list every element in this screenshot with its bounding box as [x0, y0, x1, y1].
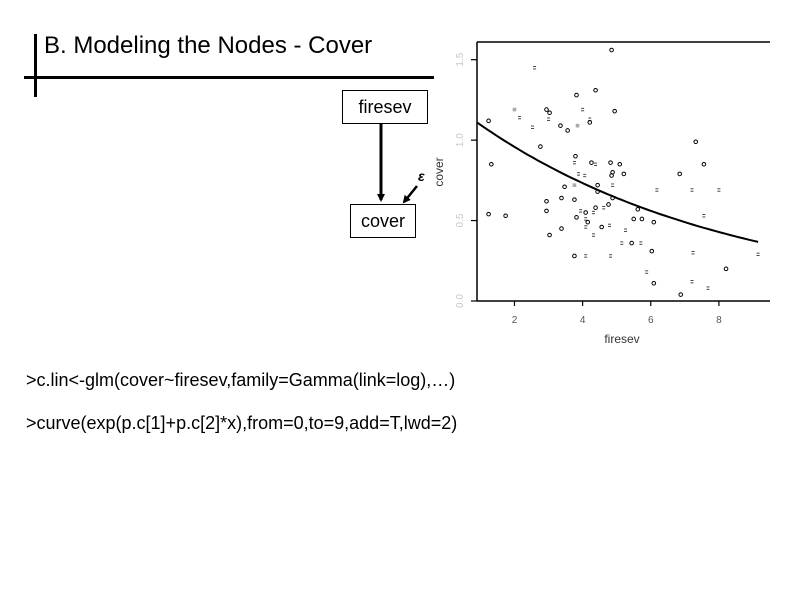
data-point: [572, 197, 577, 202]
data-point: [547, 232, 552, 238]
data-point: [624, 228, 628, 232]
y-tick-label: 1.0: [455, 133, 466, 147]
data-point: [559, 195, 564, 201]
x-axis-title: firesev: [604, 332, 639, 346]
data-point: [544, 107, 549, 112]
data-point: [584, 225, 588, 229]
data-point: [518, 115, 522, 120]
code-line-glm: >c.lin<-glm(cover~firesev,family=Gamma(l…: [26, 370, 456, 390]
scatter-chart: 0.0 0.5 1.0 1.5 2 4 6 8 firesev cover: [432, 41, 770, 346]
data-point: [620, 241, 624, 245]
data-point: [572, 183, 577, 187]
node-cover: cover: [350, 204, 416, 238]
data-point: [572, 161, 576, 165]
data-point: [579, 209, 583, 213]
x-tick-label: 4: [580, 315, 586, 326]
data-point: [651, 219, 657, 225]
data-point: [589, 160, 594, 165]
data-point: [645, 270, 649, 274]
data-point: [592, 210, 596, 215]
data-point: [631, 216, 637, 222]
data-point: [558, 123, 563, 128]
data-point: [649, 248, 655, 254]
data-point: [593, 205, 598, 210]
data-point: [690, 188, 694, 192]
data-point: [577, 172, 581, 176]
data-point: [639, 216, 645, 222]
node-firesev: firesev: [342, 90, 428, 124]
fitted-curve: [476, 121, 759, 243]
y-tick-label: 0.0: [455, 294, 466, 308]
data-point: [584, 217, 588, 221]
data-point: [503, 213, 508, 219]
data-point: [609, 254, 613, 258]
data-point: [547, 117, 551, 121]
data-point: [723, 266, 729, 272]
data-point: [538, 144, 543, 149]
data-point: [573, 153, 578, 159]
data-point: [651, 281, 657, 286]
data-point: [706, 286, 710, 290]
data-point: [486, 118, 491, 124]
data-point: [639, 241, 643, 245]
data-point: [559, 226, 564, 231]
data-point: [609, 47, 614, 53]
data-point: [544, 208, 549, 214]
data-point: [547, 110, 552, 116]
data-point: [691, 251, 695, 255]
code-line-curve: >curve(exp(p.c[1]+p.c[2]*x),from=0,to=9,…: [26, 413, 458, 433]
x-tick-label: 2: [512, 315, 518, 326]
data-point: [574, 92, 579, 98]
error-label: ε: [418, 168, 425, 184]
data-point: [690, 280, 694, 284]
data-point: [486, 211, 491, 217]
data-point: [594, 162, 598, 166]
data-point: [588, 117, 592, 121]
data-point: [489, 161, 494, 167]
data-point: [593, 87, 598, 93]
data-point: [635, 207, 641, 212]
data-point: [701, 161, 707, 167]
data-point: [583, 173, 587, 178]
y-axis-title: cover: [432, 157, 446, 186]
data-point: [611, 183, 615, 187]
data-point: [574, 215, 579, 220]
data-point: [592, 233, 596, 237]
y-tick-label: 1.5: [455, 52, 466, 66]
data-point: [677, 171, 683, 177]
data-point: [544, 198, 549, 204]
data-point: [629, 240, 634, 246]
data-point: [599, 224, 604, 230]
x-tick-label: 6: [648, 315, 654, 326]
data-point: [717, 188, 721, 192]
data-point: [612, 108, 617, 114]
data-point: [584, 254, 588, 258]
data-point: [702, 214, 706, 218]
data-point: [608, 160, 613, 165]
data-point: [655, 188, 659, 192]
data-point: [693, 139, 699, 145]
data-point: [581, 107, 585, 112]
data-point: [756, 252, 760, 256]
data-point: [583, 210, 588, 215]
data-point: [575, 123, 580, 128]
y-tick-label: 0.5: [455, 213, 466, 227]
data-point: [608, 223, 612, 228]
data-point: [512, 107, 517, 112]
data-point: [572, 253, 577, 259]
x-tick-label: 8: [716, 315, 722, 326]
data-point: [533, 66, 537, 70]
data-point: [595, 182, 600, 188]
data-point: [678, 292, 684, 297]
data-point: [621, 171, 627, 177]
data-point: [617, 161, 623, 167]
error-arrow: [402, 185, 418, 204]
data-point: [562, 184, 567, 190]
data-point: [565, 128, 570, 133]
data-point: [587, 120, 593, 125]
data-point: [606, 202, 611, 207]
data-point: [585, 219, 591, 225]
data-point: [531, 125, 535, 129]
data-point: [602, 206, 606, 210]
